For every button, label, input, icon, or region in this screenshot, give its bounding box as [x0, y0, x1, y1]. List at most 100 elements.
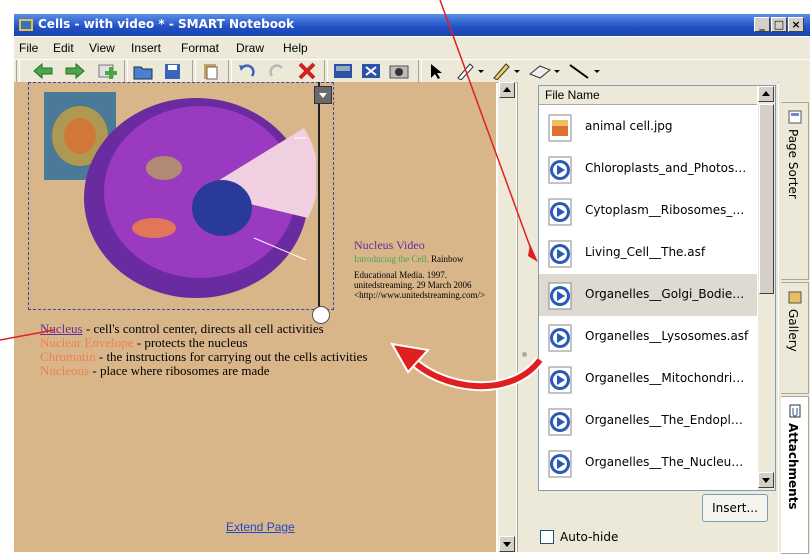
file-list-item[interactable]: animal cell.jpg — [539, 106, 757, 148]
file-list-item[interactable]: Living_Cell__The.asf — [539, 232, 757, 274]
term-row: Nucleus - cell's control center, directs… — [40, 322, 367, 336]
file-name: animal cell.jpg — [585, 119, 673, 133]
list-scroll-thumb[interactable] — [759, 104, 774, 294]
previous-page-icon[interactable] — [32, 62, 54, 80]
attachments-panel: File Name animal cell.jpg Chloroplasts_an… — [532, 82, 778, 552]
video-caption-line2: Educational Media. 1997. — [354, 270, 447, 280]
open-folder-icon[interactable] — [132, 62, 154, 80]
menu-insert[interactable]: Insert — [131, 41, 161, 55]
toolbar-separator — [228, 60, 232, 82]
add-page-icon[interactable] — [96, 62, 118, 80]
insert-button[interactable]: Insert... — [702, 494, 768, 522]
file-list-item[interactable]: Organelles__Golgi_Bodie… — [539, 274, 757, 316]
file-name: Living_Cell__The.asf — [585, 245, 706, 259]
video-caption-line3: unitedstreaming. 29 March 2006 — [354, 280, 472, 290]
term-desc: - place where ribosomes are made — [89, 363, 270, 378]
tab-attachments[interactable]: Attachments — [781, 396, 809, 554]
arrow-down-icon — [762, 478, 770, 483]
divider-grip[interactable] — [522, 352, 527, 357]
file-list-item[interactable]: Organelles__Lysosomes.asf — [539, 316, 757, 358]
arrow-up-icon — [503, 87, 511, 92]
file-name: Organelles__The_Endopl… — [585, 413, 743, 427]
media-file-icon — [548, 450, 572, 478]
select-arrow-icon[interactable] — [426, 62, 446, 80]
file-name: Organelles__The_Nucleu… — [585, 455, 744, 469]
toolbar-separator — [418, 60, 422, 82]
next-page-icon[interactable] — [64, 62, 86, 80]
term-row: Nuclear Envelope - protects the nucleus — [40, 336, 367, 350]
pen-icon[interactable] — [454, 62, 484, 80]
term-link[interactable]: Nucleus — [40, 321, 83, 336]
menu-draw[interactable]: Draw — [236, 41, 264, 55]
terms-list: Nucleus - cell's control center, directs… — [40, 322, 367, 378]
menu-edit[interactable]: Edit — [53, 41, 74, 55]
menu-bar: File Edit View Insert Format Draw Help — [14, 37, 810, 59]
media-file-icon — [548, 408, 572, 436]
image-file-icon — [548, 114, 572, 142]
delete-icon[interactable] — [296, 62, 318, 80]
screen-shade-icon[interactable] — [332, 62, 354, 80]
term-label: Nucleous — [40, 363, 90, 378]
file-list-item[interactable]: Chloroplasts_and_Photos… — [539, 148, 757, 190]
animal-cell-illustration — [44, 92, 316, 298]
term-row: Nucleous - place where ribosomes are mad… — [40, 364, 367, 378]
panel-divider[interactable] — [517, 82, 532, 552]
menu-help[interactable]: Help — [283, 41, 308, 55]
menu-view[interactable]: View — [89, 41, 115, 55]
side-tabs: Page Sorter Gallery Attachments — [779, 82, 810, 554]
save-icon[interactable] — [162, 62, 184, 80]
auto-hide-checkbox[interactable] — [540, 530, 554, 544]
arrow-up-icon — [762, 91, 770, 96]
term-desc: - the instructions for carrying out the … — [95, 349, 368, 364]
caption-rest-text: Rainbow — [428, 254, 464, 264]
term-label: Chromatin — [40, 349, 96, 364]
toolbar-grip — [16, 60, 20, 82]
undo-icon[interactable] — [236, 62, 258, 80]
media-file-icon — [548, 366, 572, 394]
term-desc: - protects the nucleus — [133, 335, 248, 350]
file-name-column-header[interactable]: File Name — [539, 86, 757, 105]
term-row: Chromatin - the instructions for carryin… — [40, 350, 367, 364]
file-list-item[interactable]: Organelles__The_Nucleu… — [539, 442, 757, 484]
attachments-icon — [789, 404, 801, 418]
object-menu-button[interactable] — [314, 86, 332, 104]
scroll-up-button[interactable] — [499, 82, 515, 98]
tab-gallery[interactable]: Gallery — [781, 282, 809, 394]
file-name: Organelles__Mitochondri… — [585, 371, 745, 385]
minimize-button[interactable]: _ — [754, 17, 770, 32]
media-file-icon — [548, 282, 572, 310]
extend-page-link[interactable]: Extend Page — [226, 520, 295, 534]
file-list-item[interactable]: Organelles__Mitochondri… — [539, 358, 757, 400]
media-file-icon — [548, 240, 572, 268]
menu-format[interactable]: Format — [181, 41, 219, 55]
resize-edge — [318, 82, 320, 316]
full-screen-icon[interactable] — [360, 62, 382, 80]
chevron-down-icon — [319, 93, 327, 98]
file-list-item[interactable]: Cytoplasm__Ribosomes_… — [539, 190, 757, 232]
file-list-item[interactable]: Organelles__The_Endopl… — [539, 400, 757, 442]
eraser-icon[interactable] — [526, 62, 560, 80]
file-name: Organelles__Golgi_Bodie… — [585, 287, 745, 301]
menu-file[interactable]: File — [19, 41, 38, 55]
list-scroll-down-button[interactable] — [758, 472, 774, 488]
notebook-page[interactable]: Nucleus Video Introducing the Cell. Rain… — [14, 82, 496, 552]
scroll-down-button[interactable] — [499, 536, 515, 552]
page-sorter-icon — [788, 110, 802, 124]
line-tool-icon[interactable] — [566, 62, 600, 80]
paste-icon[interactable] — [200, 62, 222, 80]
close-button[interactable]: × — [788, 17, 804, 32]
media-file-icon — [548, 156, 572, 184]
page-scrollbar[interactable] — [498, 82, 516, 552]
camera-icon[interactable] — [388, 62, 410, 80]
creative-pen-icon[interactable] — [490, 62, 520, 80]
list-scroll-up-button[interactable] — [758, 86, 774, 102]
attachments-scrollbar[interactable] — [758, 86, 775, 490]
attachments-list[interactable]: File Name animal cell.jpg Chloroplasts_an… — [538, 85, 776, 491]
video-caption-line1: Introducing the Cell. Rainbow — [354, 254, 463, 264]
term-label: Nuclear Envelope — [40, 335, 134, 350]
tab-label: Attachments — [786, 423, 800, 510]
video-caption-title: Nucleus Video — [354, 238, 425, 252]
maximize-button[interactable]: □ — [771, 17, 787, 32]
tab-page-sorter[interactable]: Page Sorter — [781, 102, 809, 280]
redo-icon[interactable] — [266, 62, 288, 80]
